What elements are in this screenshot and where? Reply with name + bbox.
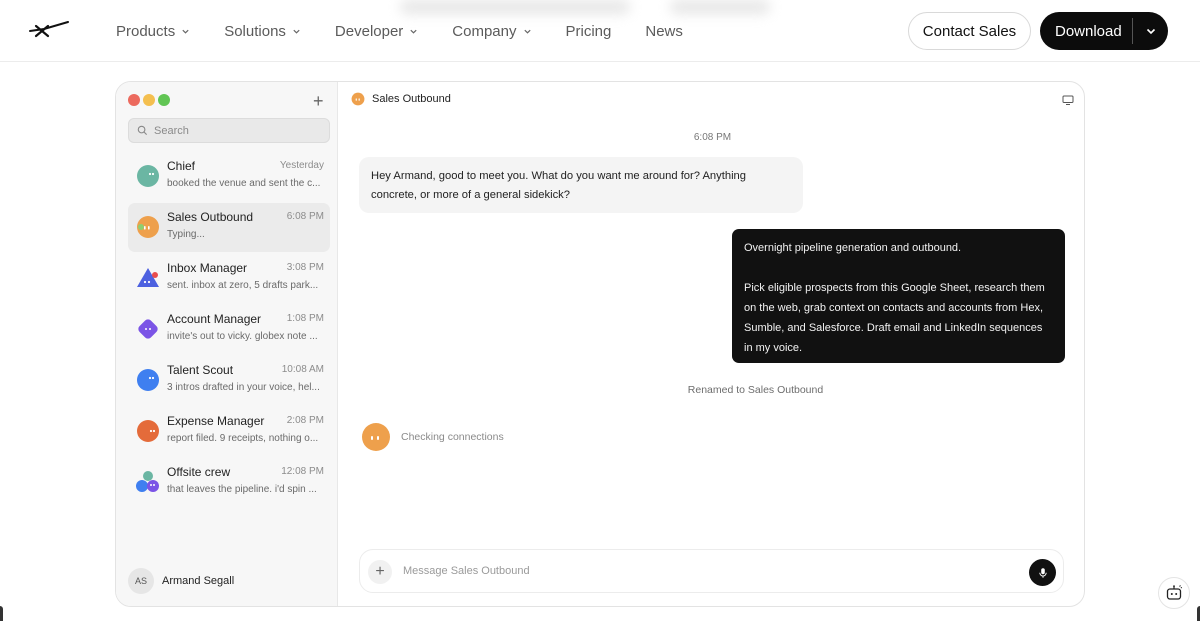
chat-name: Chief (167, 159, 196, 173)
download-label: Download (1055, 22, 1122, 40)
download-dropdown[interactable] (1133, 25, 1168, 37)
chat-time: 6:08 PM (286, 211, 324, 222)
outgoing-message-line: Pick eligible prospects from this Google… (744, 282, 1045, 354)
robot-icon (1166, 585, 1183, 600)
sales-outbound-avatar-icon (137, 216, 159, 238)
composer-placeholder: Message Sales Outbound (403, 565, 530, 577)
chat-time: 3:08 PM (286, 262, 324, 273)
user-profile[interactable]: AS Armand Segall (128, 568, 234, 594)
window-controls (128, 94, 170, 106)
nav-pricing-label: Pricing (565, 22, 612, 40)
expense-manager-avatar-icon (137, 420, 159, 442)
inbox-manager-avatar-icon (137, 268, 159, 287)
chat-item-expense-manager[interactable]: Expense Manager 2:08 PM report filed. 9 … (128, 407, 330, 456)
attach-plus-icon[interactable]: + (368, 560, 392, 584)
sales-outbound-avatar-icon (351, 92, 365, 106)
chat-item-account-manager[interactable]: Account Manager 1:08 PM invite's out to … (128, 305, 330, 354)
nav-menu: Products Solutions Developer Company Pri… (116, 0, 717, 62)
app-window: + Search Chief Yesterday booked the venu… (115, 81, 1085, 607)
minimize-window-icon[interactable] (143, 94, 155, 106)
chat-preview: booked the venue and sent the c... (167, 178, 321, 189)
close-window-icon[interactable] (128, 94, 140, 106)
chat-item-sales-outbound[interactable]: Sales Outbound 6:08 PM Typing... (128, 203, 330, 252)
contact-sales-button[interactable]: Contact Sales (908, 12, 1031, 50)
logo-icon[interactable] (28, 19, 70, 41)
user-name: Armand Segall (162, 575, 235, 587)
nav-solutions-label: Solutions (224, 22, 286, 40)
chat-time: 1:08 PM (286, 313, 324, 324)
nav-news[interactable]: News (645, 23, 683, 40)
sales-outbound-avatar-icon (362, 423, 390, 451)
account-manager-avatar-icon (138, 319, 158, 339)
nav-developer[interactable]: Developer (335, 23, 418, 40)
outgoing-message-line: Overnight pipeline generation and outbou… (744, 242, 962, 254)
agent-status: Checking connections (361, 422, 504, 452)
conversation-header: Sales Outbound (351, 92, 451, 106)
outgoing-message: Overnight pipeline generation and outbou… (732, 229, 1065, 363)
nav-news-label: News (645, 22, 683, 40)
chevron-down-icon (1146, 28, 1155, 35)
chat-time: 12:08 PM (281, 466, 324, 477)
chat-name: Inbox Manager (167, 261, 248, 275)
chat-item-inbox-manager[interactable]: Inbox Manager 3:08 PM sent. inbox at zer… (128, 254, 330, 303)
microphone-icon (1038, 567, 1047, 578)
chat-name: Sales Outbound (167, 210, 254, 224)
search-field[interactable]: Search (128, 118, 330, 143)
status-text: Checking connections (401, 431, 504, 443)
chevron-down-icon (523, 29, 531, 34)
chat-item-offsite-crew[interactable]: Offsite crew 12:08 PM that leaves the pi… (128, 458, 330, 507)
chat-preview: 3 intros drafted in your voice, hel... (167, 382, 320, 393)
message-composer[interactable]: + Message Sales Outbound (359, 549, 1064, 593)
search-placeholder: Search (154, 124, 189, 137)
nav-company-label: Company (452, 22, 517, 40)
search-icon (137, 125, 148, 136)
chat-name: Account Manager (167, 312, 262, 326)
chat-preview: that leaves the pipeline. i'd spin ... (167, 484, 317, 495)
chat-name: Talent Scout (167, 363, 234, 377)
chat-preview: invite's out to vicky. globex note ... (167, 331, 318, 342)
chat-time: 10:08 AM (281, 364, 324, 375)
download-button[interactable]: Download (1040, 12, 1168, 50)
talent-scout-avatar-icon (137, 369, 159, 391)
message-timestamp: 6:08 PM (693, 132, 732, 143)
conversation-title: Sales Outbound (372, 93, 451, 105)
monitor-icon[interactable] (1062, 94, 1074, 106)
system-message: Renamed to Sales Outbound (687, 384, 824, 396)
chat-preview: sent. inbox at zero, 5 drafts park... (167, 280, 319, 291)
chat-time: Yesterday (279, 160, 324, 171)
chevron-down-icon (182, 29, 189, 34)
nav-pricing[interactable]: Pricing (566, 23, 612, 40)
top-nav: Products Solutions Developer Company Pri… (0, 0, 1200, 62)
nav-solutions[interactable]: Solutions (224, 23, 301, 40)
chief-avatar-icon (137, 165, 159, 187)
nav-products[interactable]: Products (116, 23, 190, 40)
maximize-window-icon[interactable] (158, 94, 170, 106)
incoming-message: Hey Armand, good to meet you. What do yo… (359, 157, 803, 213)
chat-time: 2:08 PM (286, 415, 324, 426)
conversation-pane: Sales Outbound 6:08 PM Hey Armand, good … (339, 82, 1084, 606)
chevron-down-icon (410, 29, 417, 34)
chevron-down-icon (293, 29, 300, 34)
avatar: AS (128, 568, 154, 594)
group-avatar-icon (136, 471, 159, 492)
sidebar: + Search Chief Yesterday booked the venu… (116, 82, 338, 606)
chat-item-talent-scout[interactable]: Talent Scout 10:08 AM 3 intros drafted i… (128, 356, 330, 405)
chat-preview: report filed. 9 receipts, nothing o... (167, 433, 319, 444)
chat-name: Expense Manager (167, 414, 265, 428)
nav-company[interactable]: Company (452, 23, 531, 40)
nav-developer-label: Developer (334, 22, 404, 40)
microphone-button[interactable] (1029, 559, 1056, 586)
nav-products-label: Products (116, 22, 176, 40)
frame-edge (0, 606, 3, 621)
chat-item-chief[interactable]: Chief Yesterday booked the venue and sen… (128, 152, 330, 201)
chat-name: Offsite crew (167, 465, 231, 479)
new-chat-plus-icon[interactable]: + (313, 91, 324, 112)
assistant-bot-button[interactable] (1158, 577, 1190, 609)
chat-preview: Typing... (167, 229, 205, 240)
